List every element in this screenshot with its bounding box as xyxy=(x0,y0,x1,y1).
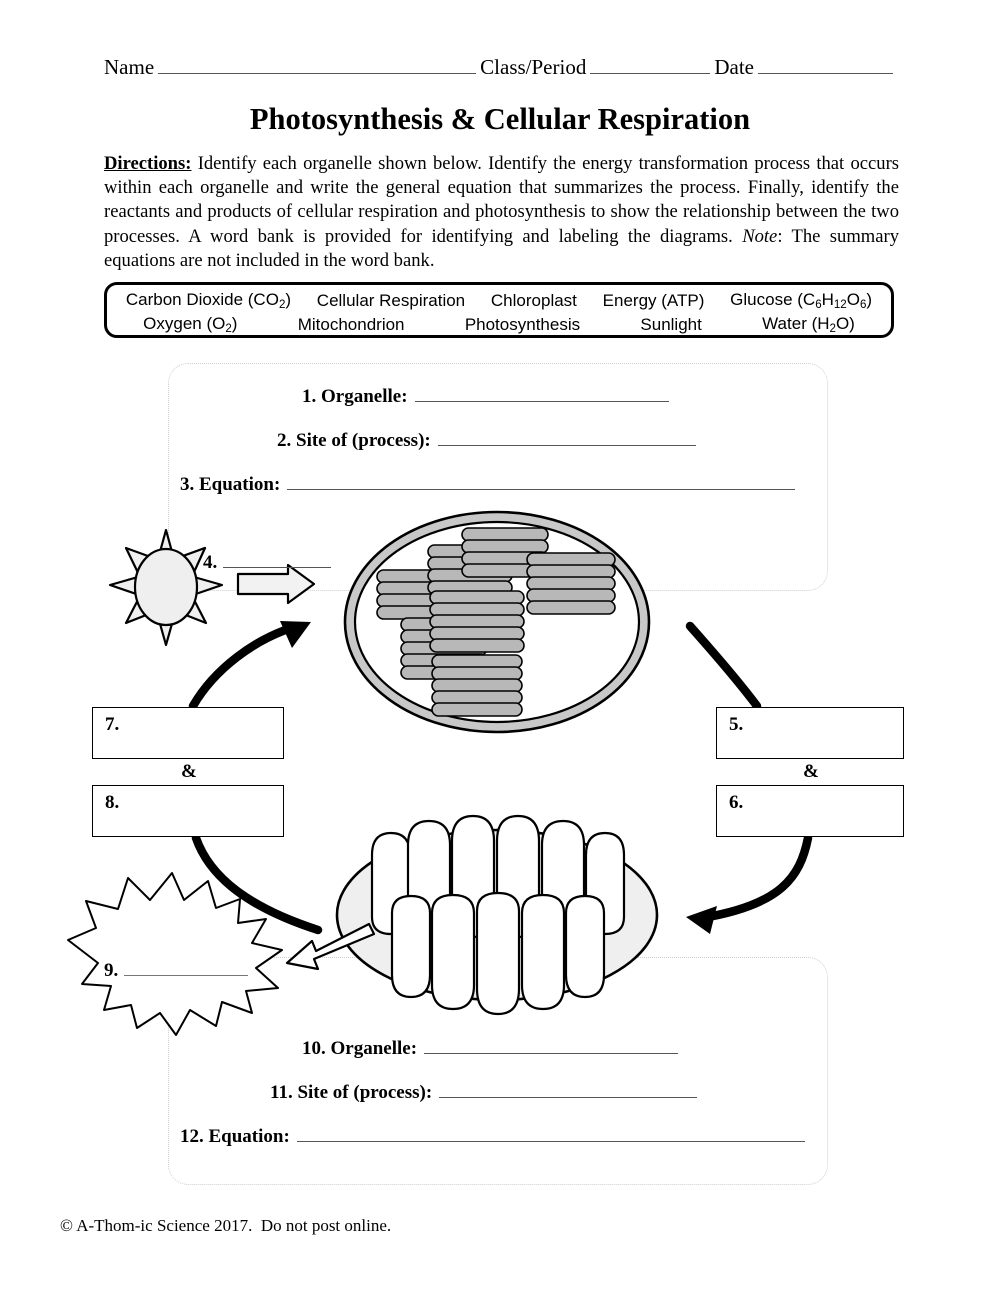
cycle-arrow-heads xyxy=(280,621,717,934)
word-bank-term: Energy (ATP) xyxy=(602,291,705,310)
date-label: Date xyxy=(714,55,754,79)
directions-label: Directions: xyxy=(104,153,192,174)
answer-box-6[interactable]: 6. xyxy=(716,785,904,837)
word-bank-term: Mitochondrion xyxy=(297,315,405,334)
answer-box-8[interactable]: 8. xyxy=(92,785,284,837)
cycle-arrows xyxy=(188,621,813,935)
question-3-blank[interactable] xyxy=(287,474,796,490)
date-blank[interactable] xyxy=(757,56,893,74)
question-2-site: 2. Site of (process): xyxy=(277,430,696,452)
question-1-label: 1. Organelle: xyxy=(302,386,408,407)
label-4-sunlight: 4. xyxy=(203,552,332,574)
label-9-blank[interactable] xyxy=(124,960,249,976)
word-bank-term: Cellular Respiration xyxy=(316,291,466,310)
question-10-organelle: 10. Organelle: xyxy=(302,1038,679,1060)
word-bank: Carbon Dioxide (CO2) Cellular Respiratio… xyxy=(104,282,894,338)
label-4-blank[interactable] xyxy=(223,552,332,568)
answer-box-7[interactable]: 7. xyxy=(92,707,284,759)
copyright-footer: © A-Thom-ic Science 2017. Do not post on… xyxy=(60,1216,392,1235)
question-11-site: 11. Site of (process): xyxy=(270,1082,698,1104)
question-1-organelle: 1. Organelle: xyxy=(302,386,669,408)
question-11-label: 11. Site of (process): xyxy=(270,1082,433,1103)
question-2-label: 2. Site of (process): xyxy=(277,430,431,451)
question-11-blank[interactable] xyxy=(439,1082,698,1098)
student-info-row: Name Class/Period Date xyxy=(104,55,904,83)
word-bank-term: Carbon Dioxide (CO2) xyxy=(125,290,292,312)
question-12-label: 12. Equation: xyxy=(180,1126,290,1147)
question-3-equation: 3. Equation: xyxy=(180,474,796,496)
page-title: Photosynthesis & Cellular Respiration xyxy=(249,102,751,136)
question-2-blank[interactable] xyxy=(437,430,696,446)
ampersand-right: & xyxy=(803,761,819,782)
label-9-energy: 9. xyxy=(104,960,249,982)
word-bank-term: Sunlight xyxy=(640,315,702,334)
question-3-label: 3. Equation: xyxy=(180,474,281,495)
name-blank[interactable] xyxy=(158,56,477,74)
worksheet-page: Name Class/Period Date Photosynthesis & … xyxy=(0,0,1000,1294)
label-9-number: 9. xyxy=(104,960,119,981)
bottom-question-panel xyxy=(168,957,828,1185)
word-bank-row-2: Oxygen (O2) Mitochondrion Photosynthesis… xyxy=(107,313,891,337)
question-1-blank[interactable] xyxy=(414,386,669,402)
note-label: Note xyxy=(742,225,778,247)
class-period-label: Class/Period xyxy=(480,55,587,79)
class-period-blank[interactable] xyxy=(590,56,711,74)
label-4-number: 4. xyxy=(203,552,218,573)
question-12-equation: 12. Equation: xyxy=(180,1126,805,1148)
answer-box-5[interactable]: 5. xyxy=(716,707,904,759)
ampersand-left: & xyxy=(181,761,197,782)
question-10-label: 10. Organelle: xyxy=(302,1038,418,1059)
word-bank-term: Water (H2O) xyxy=(762,314,855,336)
word-bank-term: Oxygen (O2) xyxy=(143,314,238,336)
question-10-blank[interactable] xyxy=(424,1038,679,1054)
word-bank-term: Chloroplast xyxy=(490,291,577,310)
word-bank-term: Photosynthesis xyxy=(464,315,581,334)
word-bank-row-1: Carbon Dioxide (CO2) Cellular Respiratio… xyxy=(107,289,891,313)
question-12-blank[interactable] xyxy=(296,1126,805,1142)
directions-paragraph: Directions: Identify each organelle show… xyxy=(104,152,899,273)
name-label: Name xyxy=(104,55,155,79)
word-bank-term: Glucose (C6H12O6) xyxy=(730,290,873,312)
